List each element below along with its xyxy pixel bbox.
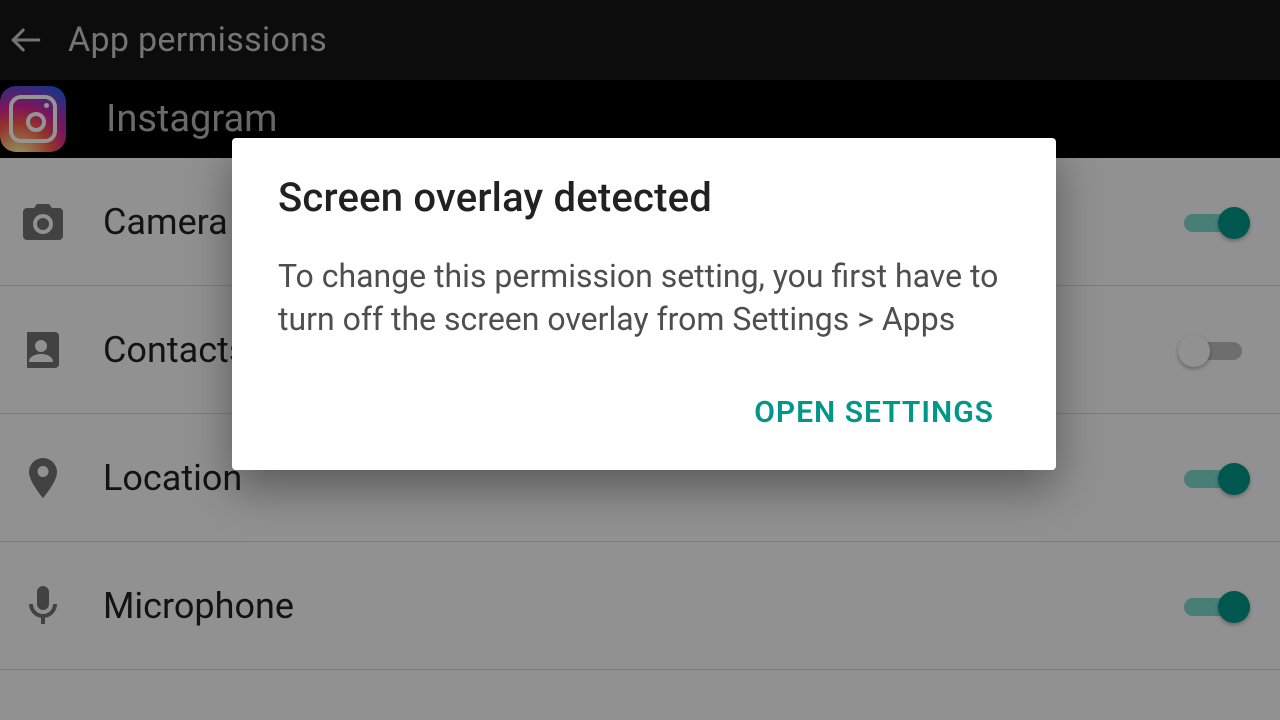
open-settings-button[interactable]: OPEN SETTINGS	[738, 385, 1010, 440]
screen-overlay-dialog: Screen overlay detected To change this p…	[232, 138, 1056, 470]
dialog-title: Screen overlay detected	[278, 174, 1010, 221]
dialog-actions: OPEN SETTINGS	[278, 381, 1010, 446]
dialog-body: To change this permission setting, you f…	[278, 255, 1010, 341]
